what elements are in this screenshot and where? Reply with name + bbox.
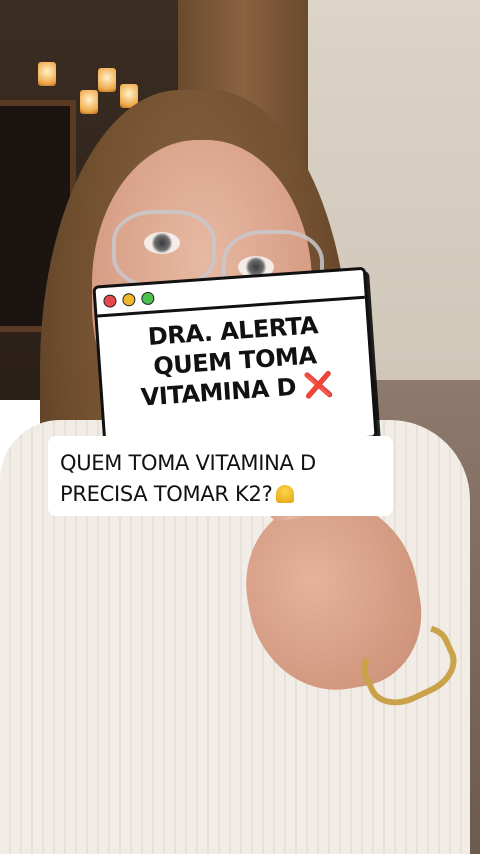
chandelier-lamp	[98, 68, 116, 92]
caption-line-2: PRECISA TOMAR K2?	[60, 482, 273, 506]
glasses-left-lens	[112, 210, 216, 288]
caption-line-1: QUEM TOMA VITAMINA D	[60, 451, 316, 475]
caption-line-2-wrap: PRECISA TOMAR K2?	[60, 479, 383, 510]
alert-window-card: DRA. ALERTA QUEM TOMA VITAMINA D ❌	[92, 266, 378, 458]
caption-text: QUEM TOMA VITAMINA D PRECISA TOMAR K2?	[48, 436, 393, 510]
cross-mark-icon: ❌	[302, 370, 335, 401]
chandelier-lamp	[80, 90, 98, 114]
bell-icon	[276, 485, 295, 503]
minimize-dot-icon	[121, 292, 136, 307]
maximize-dot-icon	[140, 290, 155, 305]
card-headline: DRA. ALERTA QUEM TOMA VITAMINA D ❌	[98, 299, 372, 415]
caption-box: QUEM TOMA VITAMINA D PRECISA TOMAR K2?	[48, 436, 393, 516]
close-dot-icon	[102, 293, 117, 308]
chandelier-lamp	[38, 62, 56, 86]
